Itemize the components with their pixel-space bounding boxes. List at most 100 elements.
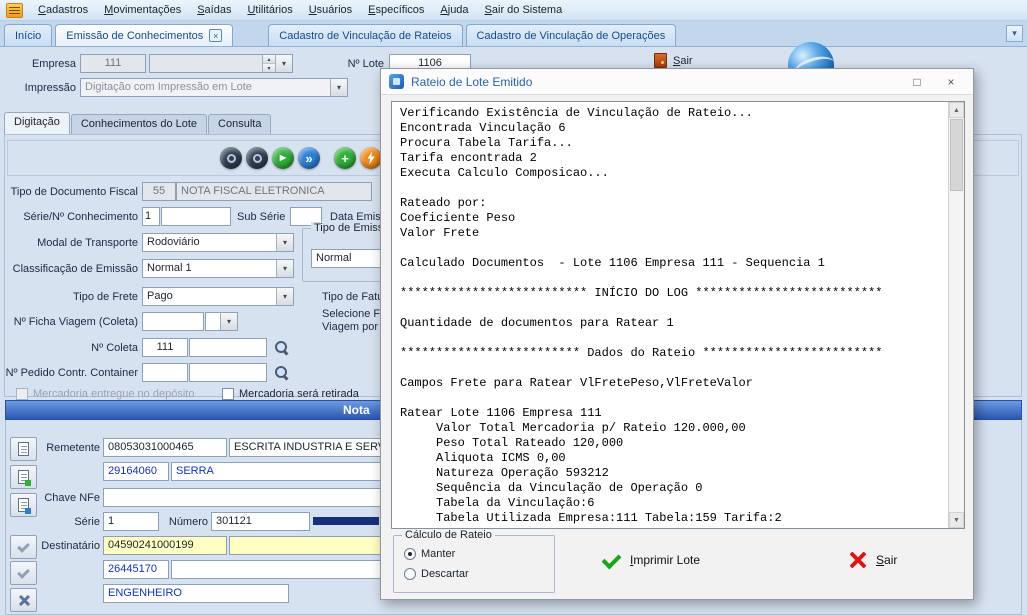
- modal-transporte-combo[interactable]: Rodoviário ▾: [142, 233, 294, 252]
- subtab-digitacao[interactable]: Digitação: [4, 112, 70, 135]
- plus-icon: +: [341, 152, 349, 165]
- tipo-frete-value: Pago: [147, 290, 173, 302]
- chevron-down-icon[interactable]: ▾: [276, 260, 293, 277]
- radio-label: Descartar: [421, 568, 469, 580]
- app-menu-icon[interactable]: [6, 3, 23, 18]
- confirm-all-button[interactable]: [10, 561, 37, 585]
- scroll-up-icon[interactable]: ▲: [949, 102, 964, 118]
- import-nota-button[interactable]: [10, 465, 37, 489]
- log-scrollbar[interactable]: ▲ ▼: [948, 102, 964, 528]
- empresa-combo: ▴▾ ▾: [149, 54, 293, 73]
- tab-close-icon[interactable]: ×: [209, 29, 222, 42]
- tab-vinculacao-rateios[interactable]: Cadastro de Vinculação de Rateios: [268, 24, 462, 46]
- chevron-down-icon[interactable]: ▾: [276, 288, 293, 305]
- tab-inicio[interactable]: Início: [4, 24, 52, 46]
- radio-icon: [404, 568, 416, 580]
- serie-conhecimento-field[interactable]: 1: [142, 207, 160, 226]
- chevron-down-icon[interactable]: ▾: [276, 234, 293, 251]
- remetente-label: Remetente: [40, 442, 100, 454]
- imprimir-lote-button[interactable]: Imprimir Lote: [601, 551, 700, 569]
- menu-usuarios[interactable]: Usuários: [301, 2, 360, 18]
- sub-tab-bar: Digitação Conhecimentos do Lote Consulta: [4, 112, 272, 135]
- subtab-conhecimentos-lote[interactable]: Conhecimentos do Lote: [71, 114, 207, 135]
- chevron-down-icon[interactable]: ▾: [275, 55, 292, 72]
- scroll-thumb[interactable]: [950, 119, 963, 191]
- red-x-icon: [849, 551, 867, 569]
- scroll-down-icon[interactable]: ▼: [949, 512, 964, 528]
- check-icon: [17, 568, 30, 579]
- pedido-search-icon[interactable]: [274, 365, 289, 380]
- rateio-log-memo[interactable]: Verificando Existência de Vinculação de …: [391, 101, 965, 529]
- empresa-label: Empresa: [6, 58, 76, 70]
- post-record-button[interactable]: [360, 147, 382, 169]
- destinatario-bairro-field[interactable]: ENGENHEIRO: [103, 584, 289, 603]
- rateio-lote-dialog: Rateio de Lote Emitido □ × Verificando E…: [380, 68, 974, 600]
- pedido-container-extra-field[interactable]: [189, 363, 267, 382]
- tab-vinculacao-operacoes[interactable]: Cadastro de Vinculação de Operações: [466, 24, 677, 46]
- menu-bar: Cadastros Movimentações Saídas Utilitári…: [0, 0, 1027, 21]
- first-record-button[interactable]: [220, 147, 242, 169]
- classificacao-combo[interactable]: Normal 1 ▾: [142, 259, 294, 278]
- ficha-viagem-field[interactable]: [142, 312, 204, 331]
- dialog-sair-label: Sair: [876, 553, 897, 567]
- nota-header-title: Nota: [343, 403, 370, 417]
- menu-movimentacoes[interactable]: Movimentações: [96, 2, 189, 18]
- menu-utilitarios[interactable]: Utilitários: [239, 2, 300, 18]
- remetente-municipio-field[interactable]: SERRA: [171, 462, 389, 481]
- empresa-field: 111: [80, 54, 146, 73]
- remetente-cep-field[interactable]: 29164060: [103, 462, 169, 481]
- chevron-down-icon[interactable]: ▾: [220, 313, 237, 330]
- menu-ajuda[interactable]: Ajuda: [432, 2, 476, 18]
- menu-especificos[interactable]: Específicos: [360, 2, 432, 18]
- remetente-nome-field[interactable]: ESCRITA INDUSTRIA E SERVIC: [229, 438, 389, 457]
- coleta-search-icon[interactable]: [274, 340, 289, 355]
- numero-conhecimento-field[interactable]: [161, 207, 231, 226]
- destinatario-cnpj-field[interactable]: 04590241000199: [103, 536, 227, 555]
- serie-field[interactable]: 1: [103, 512, 159, 531]
- subtab-consulta[interactable]: Consulta: [208, 114, 271, 135]
- chevron-down-icon[interactable]: ▾: [330, 79, 347, 96]
- remetente-cnpj-field[interactable]: 08053031000465: [103, 438, 227, 457]
- destinatario-nome-field[interactable]: [229, 536, 389, 555]
- impressao-combo[interactable]: Digitação com Impressão em Lote ▾: [80, 78, 348, 97]
- empresa-spinner[interactable]: ▴▾: [262, 55, 275, 72]
- prior-record-button[interactable]: [246, 147, 268, 169]
- cancel-nota-button[interactable]: [10, 588, 37, 612]
- radio-manter[interactable]: Manter: [404, 548, 455, 560]
- confirm-nota-button[interactable]: [10, 535, 37, 559]
- pedido-container-field[interactable]: [142, 363, 188, 382]
- radio-selected-icon: [404, 548, 416, 560]
- menu-cadastros[interactable]: Cadastros: [30, 2, 96, 18]
- numero-field[interactable]: 301121: [211, 512, 310, 531]
- menu-saidas[interactable]: Saídas: [189, 2, 239, 18]
- destinatario-municipio-field[interactable]: [171, 560, 389, 579]
- new-nota-button[interactable]: [10, 437, 37, 461]
- edit-nota-button[interactable]: [10, 493, 37, 517]
- destinatario-cep-field[interactable]: 26445170: [103, 560, 169, 579]
- classificacao-label: Classificação de Emissão: [2, 263, 138, 275]
- document-edit-icon: [18, 498, 29, 512]
- coleta-field[interactable]: 111: [142, 338, 188, 357]
- chave-nfe-field[interactable]: [103, 488, 389, 507]
- tipo-frete-combo[interactable]: Pago ▾: [142, 287, 294, 306]
- lote-label: Nº Lote: [334, 58, 384, 70]
- menu-sair-do-sistema[interactable]: Sair do Sistema: [477, 2, 571, 18]
- imprimir-lote-label: Imprimir Lote: [630, 553, 700, 567]
- maximize-button[interactable]: □: [901, 72, 933, 92]
- green-check-icon: [601, 551, 621, 569]
- next-record-button[interactable]: ▶: [272, 147, 294, 169]
- dialog-sair-button[interactable]: Sair: [849, 551, 897, 569]
- sair-top-label: Sair: [673, 55, 693, 67]
- document-plus-icon: [18, 470, 29, 484]
- ficha-viagem-combo[interactable]: ▾: [205, 312, 238, 331]
- calculo-rateio-label: Cálculo de Rateio: [402, 529, 495, 541]
- tab-overflow-dropdown[interactable]: ▾: [1006, 25, 1023, 42]
- coleta-extra-field[interactable]: [189, 338, 267, 357]
- close-button[interactable]: ×: [935, 72, 967, 92]
- tab-emissao-conhecimentos[interactable]: Emissão de Conhecimentos ×: [55, 24, 233, 46]
- checkbox-mercadoria-retirada[interactable]: Mercadoria será retirada: [222, 388, 359, 400]
- dialog-title-bar[interactable]: Rateio de Lote Emitido □ ×: [381, 69, 973, 95]
- radio-descartar[interactable]: Descartar: [404, 568, 469, 580]
- last-record-button[interactable]: »: [298, 147, 320, 169]
- insert-record-button[interactable]: +: [334, 147, 356, 169]
